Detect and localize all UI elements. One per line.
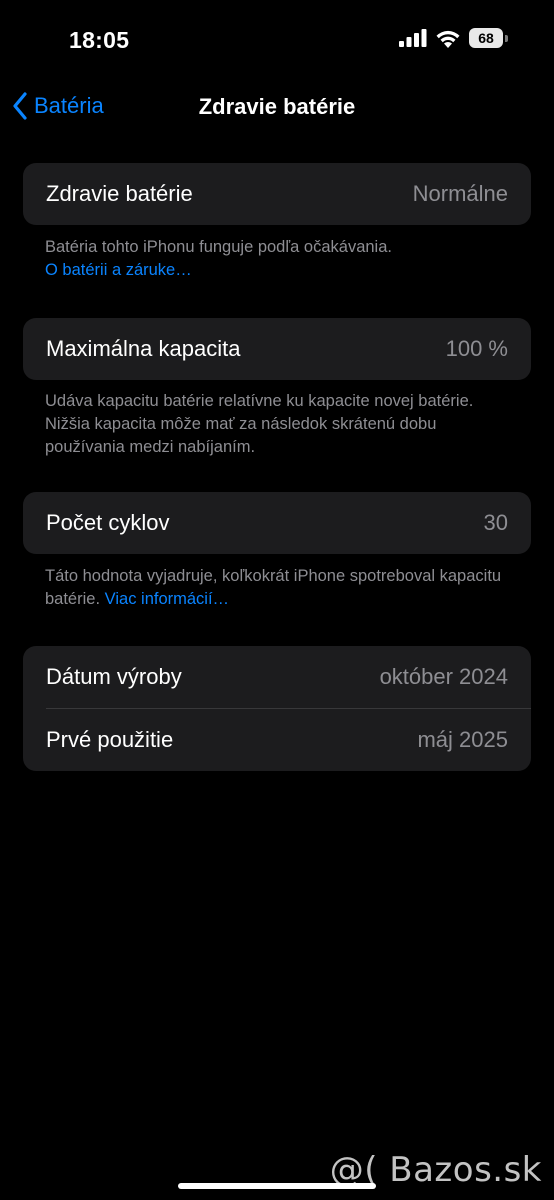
battery-icon: 68 [469, 28, 508, 48]
first-use-value: máj 2025 [417, 727, 508, 752]
battery-health-value: Normálne [412, 181, 508, 206]
cycle-count-card: Počet cyklov 30 [23, 492, 531, 554]
max-capacity-row: Maximálna kapacita 100 % [23, 318, 531, 380]
battery-warranty-link[interactable]: O batérii a záruke… [45, 259, 515, 282]
battery-health-card: Zdravie batérie Normálne [23, 163, 531, 225]
cellular-signal-icon [399, 29, 427, 47]
more-info-link[interactable]: Viac informácií… [105, 590, 229, 608]
cycle-count-row: Počet cyklov 30 [23, 492, 531, 554]
cycle-count-label: Počet cyklov [46, 510, 170, 535]
navigation-bar: Batéria Zdravie batérie [0, 80, 554, 134]
wifi-icon [436, 30, 460, 48]
max-capacity-footnote: Udáva kapacitu batérie relatívne ku kapa… [45, 392, 474, 456]
home-indicator[interactable] [178, 1183, 376, 1189]
manufacture-date-value: október 2024 [379, 664, 508, 689]
battery-cap [505, 34, 508, 42]
first-use-label: Prvé použitie [46, 727, 174, 752]
first-use-row: Prvé použitie máj 2025 [23, 709, 531, 771]
battery-health-row: Zdravie batérie Normálne [23, 163, 531, 225]
status-icons: 68 [399, 28, 508, 48]
manufacture-date-label: Dátum výroby [46, 664, 182, 689]
max-capacity-card: Maximálna kapacita 100 % [23, 318, 531, 380]
max-capacity-label: Maximálna kapacita [46, 336, 241, 361]
battery-health-label: Zdravie batérie [46, 181, 193, 206]
manufacture-date-row: Dátum výroby október 2024 [23, 646, 531, 708]
battery-health-footnote: Batéria tohto iPhonu funguje podľa očaká… [45, 236, 515, 282]
dates-card: Dátum výroby október 2024 Prvé použitie … [23, 646, 531, 771]
max-capacity-value: 100 % [445, 336, 508, 361]
status-time: 18:05 [69, 27, 130, 53]
status-bar: 18:05 68 [0, 0, 554, 80]
battery-health-description: Batéria tohto iPhonu funguje podľa očaká… [45, 238, 392, 256]
cycle-count-footnote: Táto hodnota vyjadruje, koľkokrát iPhone… [45, 565, 515, 611]
page-title: Zdravie batérie [198, 94, 356, 119]
cycle-count-value: 30 [483, 510, 508, 535]
battery-level: 68 [469, 28, 503, 48]
